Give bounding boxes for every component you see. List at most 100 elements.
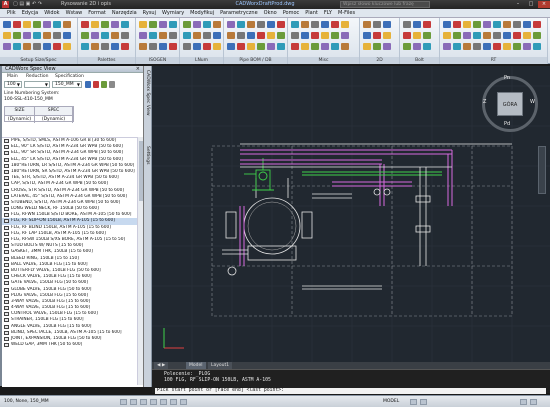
ribbon-tool-icon[interactable]	[533, 43, 541, 50]
ribbon-tool-icon[interactable]	[257, 43, 265, 50]
ribbon-tool-icon[interactable]	[473, 43, 481, 50]
open-file-icon[interactable]: ▤	[19, 1, 24, 7]
ribbon-tool-icon[interactable]	[523, 32, 531, 39]
ribbon-tool-icon[interactable]	[3, 43, 11, 50]
ribbon-tool-icon[interactable]	[237, 21, 245, 28]
clean-screen-icon[interactable]	[530, 399, 537, 405]
spec-settings-icon[interactable]	[101, 81, 107, 88]
ribbon-tool-icon[interactable]	[413, 21, 421, 28]
ribbon-tool-icon[interactable]	[81, 21, 89, 28]
ribbon-tool-icon[interactable]	[227, 21, 235, 28]
grid-toggle-icon[interactable]	[130, 399, 137, 405]
ribbon-tool-icon[interactable]	[149, 32, 157, 39]
ribbon-tool-icon[interactable]	[363, 21, 371, 28]
side-tab-settings[interactable]: Settings	[145, 146, 150, 164]
ribbon-tool-icon[interactable]	[183, 32, 191, 39]
ribbon-tool-icon[interactable]	[383, 21, 391, 28]
viewcube-top-face[interactable]: GÓRA	[497, 92, 523, 116]
ribbon-tool-icon[interactable]	[247, 21, 255, 28]
annotation-scale-icon[interactable]	[420, 399, 427, 405]
spec-browse-icon[interactable]	[85, 81, 91, 88]
ribbon-tool-icon[interactable]	[237, 43, 245, 50]
command-input[interactable]: Pick start point or [Face end] <last poi…	[155, 388, 546, 394]
ribbon-tool-icon[interactable]	[493, 21, 501, 28]
ribbon-tool-icon[interactable]	[493, 32, 501, 39]
menu-item[interactable]: Parametryczne	[217, 9, 261, 18]
compass-north[interactable]: Pn	[504, 75, 510, 81]
ribbon-tool-icon[interactable]	[453, 43, 461, 50]
ribbon-tool-icon[interactable]	[423, 32, 431, 39]
ribbon-tool-icon[interactable]	[247, 32, 255, 39]
ribbon-tool-icon[interactable]	[139, 32, 147, 39]
ribbon-tool-icon[interactable]	[363, 43, 371, 50]
new-file-icon[interactable]: ▢	[13, 1, 18, 7]
ribbon-tool-icon[interactable]	[139, 43, 147, 50]
ribbon-tool-icon[interactable]	[3, 32, 11, 39]
ribbon-tool-icon[interactable]	[159, 32, 167, 39]
specification-select[interactable]: 150_MM ▼	[52, 81, 82, 88]
ribbon-tool-icon[interactable]	[213, 43, 221, 50]
menu-item[interactable]: Edycja	[19, 9, 42, 18]
ribbon-tool-icon[interactable]	[483, 43, 491, 50]
ribbon-tool-icon[interactable]	[169, 32, 177, 39]
ribbon-tool-icon[interactable]	[341, 32, 349, 39]
ribbon-tool-icon[interactable]	[453, 21, 461, 28]
ribbon-tool-icon[interactable]	[341, 43, 349, 50]
ribbon-tool-icon[interactable]	[463, 43, 471, 50]
ribbon-tool-icon[interactable]	[169, 43, 177, 50]
menu-item[interactable]: Plant	[302, 9, 321, 18]
ribbon-tool-icon[interactable]	[331, 21, 339, 28]
ribbon-tool-icon[interactable]	[213, 32, 221, 39]
maximize-button[interactable]: □	[525, 1, 537, 8]
menu-item[interactable]: FLY	[321, 9, 335, 18]
ribbon-tool-icon[interactable]	[13, 21, 21, 28]
ribbon-tool-icon[interactable]	[331, 43, 339, 50]
ribbon-tool-icon[interactable]	[341, 21, 349, 28]
ribbon-tool-icon[interactable]	[81, 43, 89, 50]
ribbon-tool-icon[interactable]	[53, 21, 61, 28]
workspace-gear-icon[interactable]	[520, 399, 527, 405]
ribbon-tool-icon[interactable]	[423, 43, 431, 50]
ribbon-tool-icon[interactable]	[301, 21, 309, 28]
ribbon-tool-icon[interactable]	[193, 43, 201, 50]
ribbon-tool-icon[interactable]	[267, 43, 275, 50]
menu-item[interactable]: Format	[85, 9, 109, 18]
redo-icon[interactable]: ↷	[38, 1, 42, 7]
ribbon-tool-icon[interactable]	[363, 32, 371, 39]
ribbon-tool-icon[interactable]	[227, 32, 235, 39]
ribbon-tool-icon[interactable]	[91, 21, 99, 28]
ribbon-tool-icon[interactable]	[483, 32, 491, 39]
model-space-toggle[interactable]: MODEL	[383, 396, 399, 407]
ribbon-tool-icon[interactable]	[403, 32, 411, 39]
menu-item[interactable]: Narzędzia	[109, 9, 140, 18]
ribbon-tool-icon[interactable]	[81, 32, 89, 39]
ribbon-tool-icon[interactable]	[203, 43, 211, 50]
menu-item[interactable]: Wymiary	[159, 9, 187, 18]
ribbon-tool-icon[interactable]	[33, 21, 41, 28]
ribbon-tool-icon[interactable]	[3, 21, 11, 28]
ribbon-tool-icon[interactable]	[101, 32, 109, 39]
size-cell[interactable]: (Dynamic)	[5, 115, 35, 123]
ribbon-tool-icon[interactable]	[311, 32, 319, 39]
ribbon-tool-icon[interactable]	[53, 43, 61, 50]
menu-item[interactable]: Rysuj	[140, 9, 159, 18]
ribbon-tool-icon[interactable]	[373, 43, 381, 50]
ribbon-tool-icon[interactable]	[523, 43, 531, 50]
component-list-item[interactable]: WELD GAP, 3MM THK [50 to 600]	[2, 342, 138, 348]
ribbon-tool-icon[interactable]	[277, 21, 285, 28]
ortho-toggle-icon[interactable]	[140, 399, 147, 405]
ribbon-tool-icon[interactable]	[53, 32, 61, 39]
ribbon-tool-icon[interactable]	[101, 43, 109, 50]
ribbon-tool-icon[interactable]	[111, 32, 119, 39]
ribbon-tool-icon[interactable]	[43, 43, 51, 50]
ribbon-tool-icon[interactable]	[43, 21, 51, 28]
ribbon-tool-icon[interactable]	[193, 32, 201, 39]
menu-item[interactable]: Okno	[261, 9, 280, 18]
ribbon-tool-icon[interactable]	[321, 43, 329, 50]
ribbon-tool-icon[interactable]	[33, 43, 41, 50]
ribbon-tool-icon[interactable]	[483, 21, 491, 28]
ribbon-tool-icon[interactable]	[403, 43, 411, 50]
ribbon-tool-icon[interactable]	[291, 21, 299, 28]
ribbon-tool-icon[interactable]	[311, 43, 319, 50]
ribbon-tool-icon[interactable]	[443, 21, 451, 28]
